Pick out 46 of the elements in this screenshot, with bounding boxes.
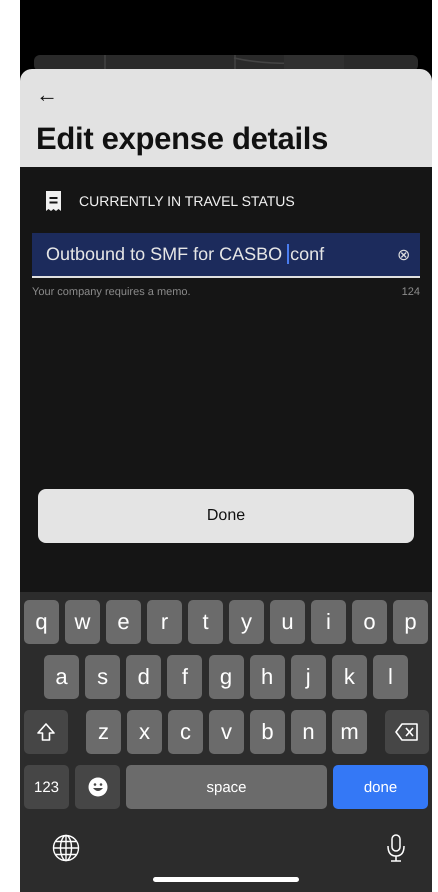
space-key[interactable]: space [126,765,327,809]
delete-key[interactable] [385,710,429,754]
letter-key[interactable]: t [188,600,223,644]
letter-key[interactable]: d [126,655,162,699]
letter-key[interactable]: h [250,655,285,699]
letter-key[interactable]: q [24,600,59,644]
page-title: Edit expense details [36,121,330,157]
letter-key[interactable]: w [65,600,100,644]
letter-key[interactable]: m [332,710,367,754]
microphone-icon[interactable] [386,834,406,862]
back-button[interactable]: ← [36,83,60,107]
done-key[interactable]: done [333,765,428,809]
letter-key[interactable]: k [332,655,367,699]
helper-text: Your company requires a memo. [32,286,191,298]
letter-key[interactable]: s [85,655,120,699]
letter-key[interactable]: p [393,600,428,644]
done-button[interactable]: Done [38,489,414,543]
letter-key[interactable]: b [250,710,285,754]
letter-key[interactable]: n [291,710,326,754]
letter-key[interactable]: j [290,655,326,699]
clear-button[interactable]: ⊗ [397,244,410,264]
smiley-icon [88,777,108,797]
letter-key[interactable]: x [127,710,162,754]
memo-input-field[interactable]: Outbound to SMF for CASBO conf ⊗ [32,233,420,278]
character-count: 124 [402,286,420,298]
letter-key[interactable]: a [44,655,79,699]
backspace-icon [395,723,419,741]
letter-key[interactable]: o [352,600,387,644]
letter-key[interactable]: v [209,710,244,754]
letter-key[interactable]: e [106,600,141,644]
letter-key[interactable]: l [373,655,408,699]
receipt-icon [46,191,61,211]
letter-key[interactable]: f [167,655,202,699]
status-label: CURRENTLY IN TRAVEL STATUS [79,193,295,209]
shift-arrow-icon [36,722,56,742]
letter-key[interactable]: r [147,600,182,644]
letter-key[interactable]: u [270,600,305,644]
letter-key[interactable]: y [229,600,264,644]
letter-key[interactable]: c [168,710,203,754]
letter-key[interactable]: i [311,600,346,644]
emoji-key[interactable] [75,765,120,809]
shift-key[interactable] [24,710,68,754]
letter-key[interactable]: g [208,655,244,699]
numbers-key[interactable]: 123 [24,765,69,809]
letter-key[interactable]: z [86,710,121,754]
globe-icon[interactable] [52,834,80,862]
